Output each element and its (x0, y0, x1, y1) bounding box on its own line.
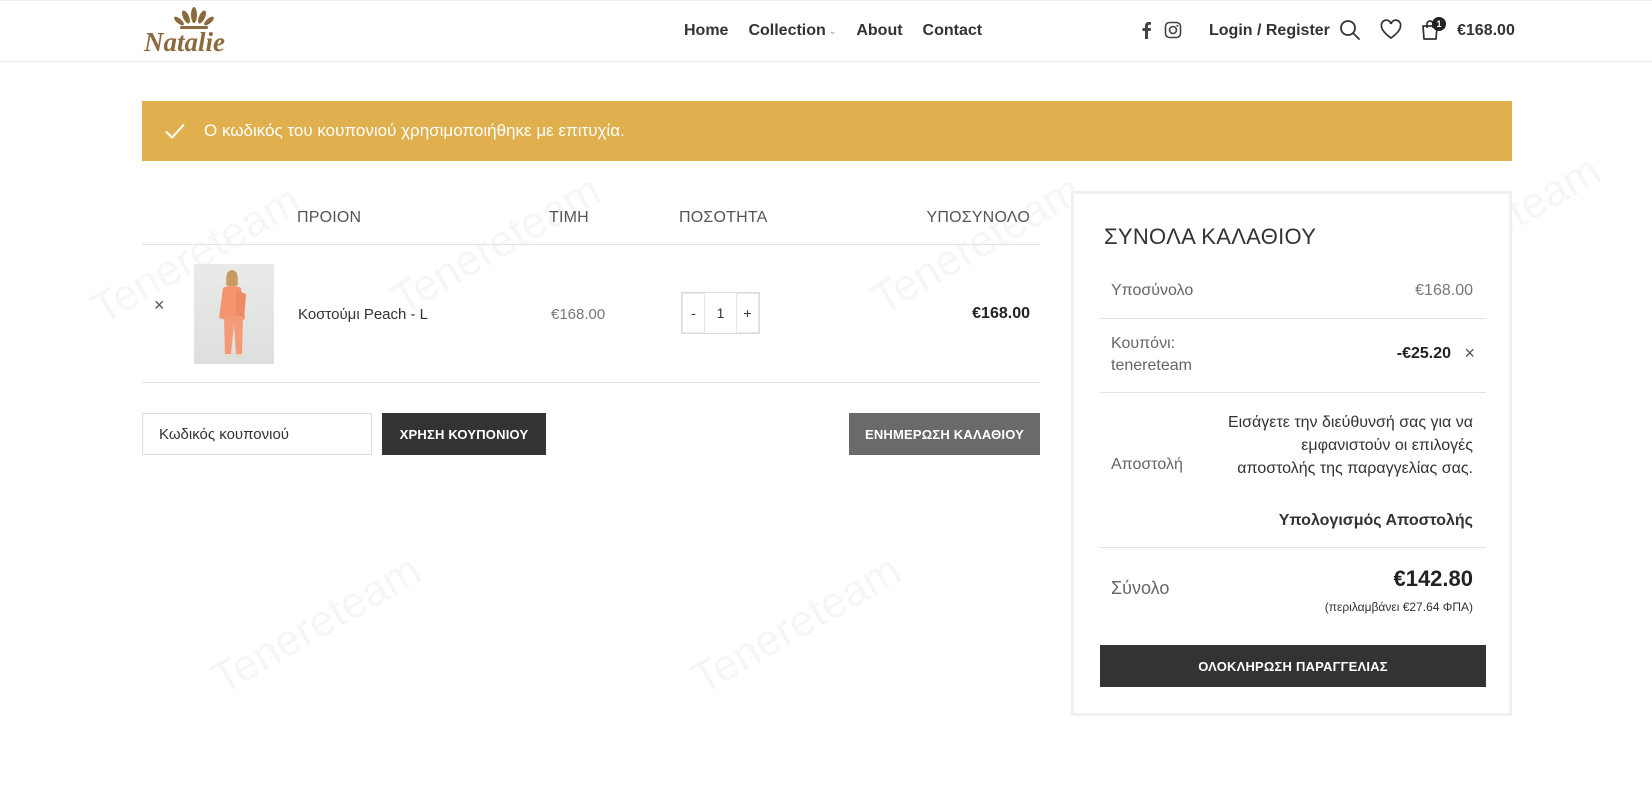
divider (1100, 547, 1486, 548)
coupon-discount-value: -€25.20 (1396, 345, 1451, 362)
quantity-stepper: - 1 + (681, 292, 760, 334)
instagram-icon[interactable] (1164, 21, 1182, 39)
divider (1100, 318, 1486, 319)
nav-item-contact[interactable]: Contact (923, 22, 983, 40)
cart-totals-title: ΣΥΝΟΛΑ ΚΑΛΑΘΙΟΥ (1104, 224, 1317, 249)
column-header-subtotal: ΥΠΟΣΥΝΟΛΟ (926, 209, 1030, 226)
main-nav: Home Collection ⌄ About Contact (684, 22, 982, 40)
coupon-code-input[interactable]: Κωδικός κουπονιού (142, 413, 372, 455)
shipping-info-text: Εισάγετε την διεύθυνσή σας για να εμφανι… (1227, 414, 1473, 477)
remove-item-icon[interactable]: × (154, 295, 165, 316)
quantity-increase-button[interactable]: + (736, 293, 759, 333)
watermark: Tenereteam (683, 545, 909, 704)
product-image (219, 270, 246, 357)
coupon-code-name: tenereteam (1111, 357, 1192, 374)
subtotal-value: €168.00 (1415, 282, 1473, 299)
vat-note: (περιλαμβάνει €27.64 ΦΠΑ) (1324, 600, 1473, 614)
column-header-quantity: ΠΟΣΟΤΗΤΑ (679, 209, 768, 226)
column-header-price: ΤΙΜΗ (549, 209, 589, 226)
checkmark-icon (165, 123, 185, 139)
update-cart-button[interactable]: ΕΝΗΜΕΡΩΣΗ ΚΑΛΑΘΙΟΥ (849, 413, 1040, 455)
quantity-decrease-button[interactable]: - (682, 293, 705, 333)
nav-item-about[interactable]: About (856, 22, 902, 40)
nav-item-collection[interactable]: Collection ⌄ (748, 22, 836, 40)
calculate-shipping-link[interactable]: Υπολογισμός Αποστολής (1279, 512, 1473, 530)
site-header: Natalie Home Collection ⌄ About Contact … (0, 0, 1652, 62)
column-header-product: ΠΡΟΙΟΝ (297, 209, 362, 226)
notice-message: Ο κωδικός του κουπονιού χρησιμοποιήθηκε … (204, 121, 625, 140)
quantity-input[interactable]: 1 (705, 293, 736, 333)
product-price: €168.00 (551, 306, 606, 323)
shipping-label: Αποστολή (1111, 456, 1183, 473)
total-label: Σύνολο (1111, 578, 1170, 598)
site-logo[interactable]: Natalie (144, 7, 244, 57)
facebook-icon[interactable] (1140, 21, 1152, 39)
product-name-link[interactable]: Κοστούμι Peach - L (298, 306, 428, 323)
chevron-down-icon: ⌄ (828, 25, 837, 36)
watermark: Tenereteam (203, 545, 429, 704)
social-links (1140, 21, 1182, 39)
coupon-label: Κουπόνι: (1111, 335, 1176, 352)
nav-item-home[interactable]: Home (684, 22, 728, 40)
shell-logo-icon (174, 7, 214, 29)
apply-coupon-button[interactable]: ΧΡΗΣΗ ΚΟΥΠΟΝΙΟΥ (382, 413, 546, 455)
wishlist-heart-icon[interactable] (1380, 19, 1402, 41)
watermark: Tenereteam (383, 165, 609, 324)
product-subtotal: €168.00 (972, 305, 1030, 322)
divider (1100, 392, 1486, 393)
subtotal-label: Υποσύνολο (1111, 282, 1194, 299)
login-register-link[interactable]: Login / Register (1209, 22, 1330, 40)
search-icon[interactable] (1339, 19, 1361, 41)
remove-coupon-icon[interactable]: × (1464, 343, 1475, 364)
divider (142, 244, 1040, 245)
order-total-value: €142.80 (1393, 566, 1473, 591)
nav-item-label: Collection (748, 22, 826, 39)
watermark: Tenereteam (863, 165, 1089, 324)
header-cart-total[interactable]: €168.00 (1457, 22, 1515, 40)
logo-text: Natalie (144, 27, 225, 57)
cart-count-badge: 1 (1432, 17, 1446, 31)
cart-totals-panel: ΣΥΝΟΛΑ ΚΑΛΑΘΙΟΥ Υποσύνολο €168.00 Κουπόν… (1071, 191, 1512, 716)
divider (142, 382, 1040, 383)
coupon-success-notice: Ο κωδικός του κουπονιού χρησιμοποιήθηκε … (142, 101, 1512, 161)
product-thumbnail[interactable] (194, 264, 274, 364)
checkout-button[interactable]: ΟΛΟΚΛΗΡΩΣΗ ΠΑΡΑΓΓΕΛΙΑΣ (1100, 645, 1486, 687)
